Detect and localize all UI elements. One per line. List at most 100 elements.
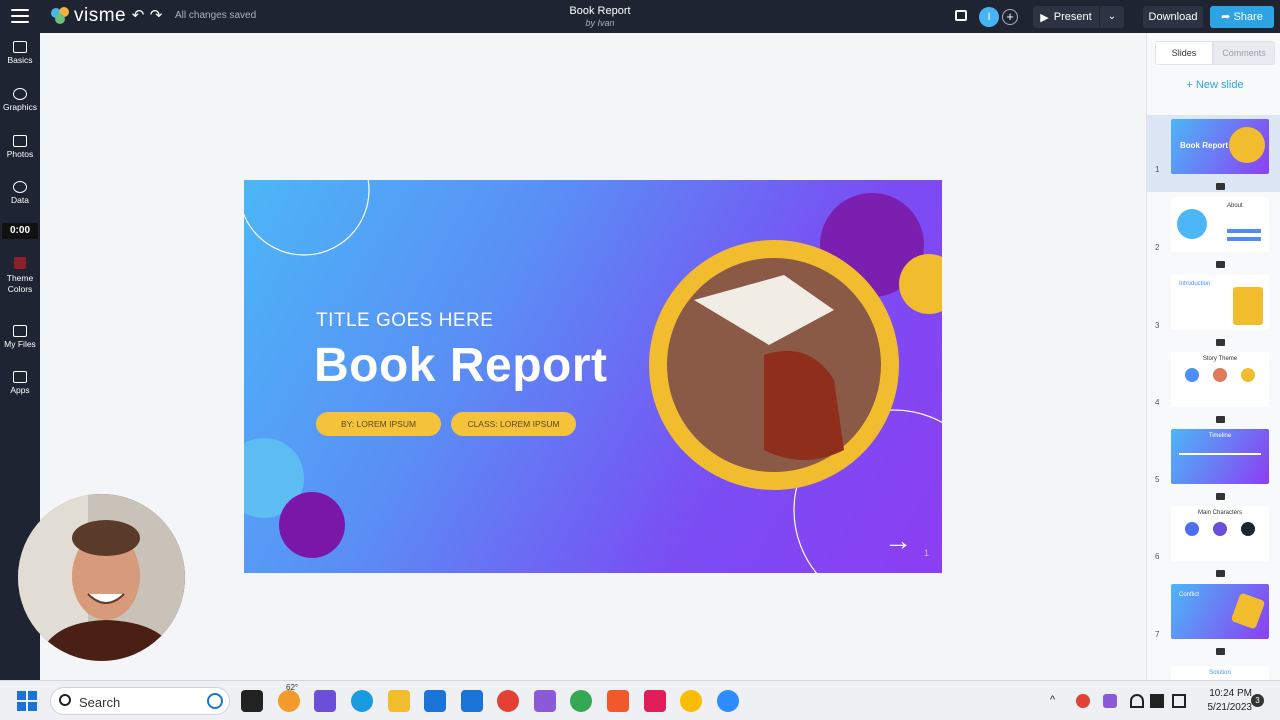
data-chart-icon (13, 181, 27, 193)
slide-thumbnail-2[interactable]: 2 About (1147, 193, 1280, 270)
volume-icon[interactable] (1150, 694, 1164, 708)
slack-icon[interactable] (644, 690, 666, 712)
battery-icon[interactable] (1172, 694, 1186, 708)
thumb-preview: Main Characters (1171, 506, 1269, 561)
thumb-title: Timeline (1208, 433, 1232, 439)
outline-circle-top-left (244, 180, 370, 256)
thumb-circle (1185, 522, 1199, 536)
windows-start-icon[interactable] (17, 691, 37, 711)
present-button[interactable]: ▶ Present (1033, 6, 1099, 28)
tool-label: Apps (10, 385, 30, 395)
photos-icon (13, 135, 27, 147)
tool-label: Basics (7, 55, 33, 65)
graphics-icon (13, 88, 27, 100)
thumb-preview: Solution (1171, 666, 1269, 680)
onedrive-icon[interactable] (1076, 694, 1090, 708)
slide-thumbnail-5[interactable]: 5 Timeline (1147, 425, 1280, 502)
file-explorer-icon[interactable] (388, 690, 410, 712)
camera-icon (1216, 261, 1225, 268)
windows-taskbar: Search 62° ^ 10:24 PM 5/21/2023 3 (0, 680, 1280, 720)
comment-icon[interactable] (955, 10, 967, 21)
download-button[interactable]: Download (1143, 6, 1203, 28)
store-icon[interactable] (424, 690, 446, 712)
camera-icon (1216, 648, 1225, 655)
slide-title[interactable]: Book Report (314, 338, 608, 393)
thumb-circle (1213, 522, 1227, 536)
share-icon: ➦ (1221, 11, 1234, 23)
webcam-overlay[interactable] (18, 494, 185, 661)
slide-thumbnail-1[interactable]: 1 Book Report (1147, 115, 1280, 192)
edge-icon[interactable] (351, 690, 373, 712)
tool-data[interactable]: Data (0, 181, 40, 205)
chrome-icon[interactable] (497, 690, 519, 712)
zoom-icon[interactable] (717, 690, 739, 712)
slide-thumbnail-4[interactable]: 4 Story Theme (1147, 348, 1280, 425)
thumb-number: 2 (1155, 243, 1160, 252)
thumb-title: About (1227, 203, 1243, 209)
mail-icon[interactable] (461, 690, 483, 712)
tool-graphics[interactable]: Graphics (0, 88, 40, 112)
user-avatar[interactable]: I (979, 7, 999, 27)
folder-icon (13, 325, 27, 337)
tab-slides[interactable]: Slides (1155, 41, 1213, 65)
tool-my-files[interactable]: My Files (0, 325, 40, 349)
thumb-preview: About (1171, 197, 1269, 252)
save-status: All changes saved (175, 10, 257, 21)
task-view-icon[interactable] (241, 690, 263, 712)
slide-thumbnail-8[interactable]: Solution (1147, 658, 1280, 680)
notification-badge[interactable]: 3 (1251, 694, 1264, 707)
author-pill[interactable]: BY: LOREM IPSUM (316, 412, 441, 436)
wifi-icon[interactable] (1130, 694, 1144, 708)
document-title[interactable]: Book Report (500, 5, 700, 17)
menu-icon[interactable] (11, 9, 29, 23)
weather-icon[interactable] (278, 690, 300, 712)
slide-subtitle[interactable]: TITLE GOES HERE (316, 310, 493, 332)
class-pill[interactable]: CLASS: LOREM IPSUM (451, 412, 576, 436)
purple-sphere-bottom (279, 492, 345, 558)
tool-theme-colors[interactable]: Theme Colors (0, 257, 40, 295)
chevron-up-icon[interactable]: ^ (1050, 694, 1064, 708)
slide-thumbnail-6[interactable]: 6 Main Characters (1147, 502, 1280, 579)
thumb-circle (1241, 522, 1255, 536)
bing-icon (207, 693, 223, 709)
share-button[interactable]: ➦ Share (1210, 6, 1274, 28)
thumb-title: Story Theme (1202, 356, 1238, 362)
tool-label: Graphics (2, 102, 37, 112)
thumb-bar (1227, 237, 1261, 241)
microphone-icon[interactable] (1103, 694, 1117, 708)
logo-text: visme (74, 5, 127, 26)
new-slide-button[interactable]: + New slide (1167, 79, 1263, 91)
visme-logo[interactable]: visme (50, 5, 126, 27)
tool-photos[interactable]: Photos (0, 135, 40, 159)
thumb-number: 6 (1155, 552, 1160, 561)
redo-icon[interactable]: ↷ (148, 8, 164, 24)
add-collaborator-icon[interactable]: + (1002, 9, 1018, 25)
slides-panel: Slides Comments + New slide 1 Book Repor… (1146, 33, 1280, 680)
clock[interactable]: 10:24 PM 5/21/2023 (1196, 687, 1253, 715)
arrow-right-icon: → (884, 525, 912, 556)
thumb-bar (1227, 229, 1261, 233)
tool-apps[interactable]: Apps (0, 371, 40, 395)
visme-logo-icon (51, 7, 69, 24)
slide-thumbnail-3[interactable]: 3 Introduction (1147, 271, 1280, 348)
slide-1[interactable]: TITLE GOES HERE Book Report BY: LOREM IP… (244, 180, 942, 573)
tool-label: Photos (6, 149, 34, 159)
presenter-video (18, 494, 185, 661)
tab-comments[interactable]: Comments (1213, 41, 1275, 65)
chrome-profile-icon[interactable] (570, 690, 592, 712)
apps-grid-icon (13, 371, 27, 383)
tool-basics[interactable]: Basics (0, 41, 40, 65)
chrome-profile-2-icon[interactable] (680, 690, 702, 712)
theme-color-swatch (14, 257, 26, 269)
copilot-icon[interactable] (534, 690, 556, 712)
thumb-circle (1185, 368, 1199, 382)
present-options-chevron-icon[interactable]: ⌄ (1100, 6, 1124, 28)
thumb-number: 1 (1155, 165, 1160, 174)
slide-thumbnail-7[interactable]: 7 Conflict (1147, 580, 1280, 657)
taskbar-search[interactable]: Search (50, 687, 230, 715)
undo-icon[interactable]: ↶ (130, 8, 146, 24)
thumb-preview: Conflict (1171, 584, 1269, 639)
thumb-number: 7 (1155, 630, 1160, 639)
teams-icon[interactable] (314, 690, 336, 712)
brave-icon[interactable] (607, 690, 629, 712)
